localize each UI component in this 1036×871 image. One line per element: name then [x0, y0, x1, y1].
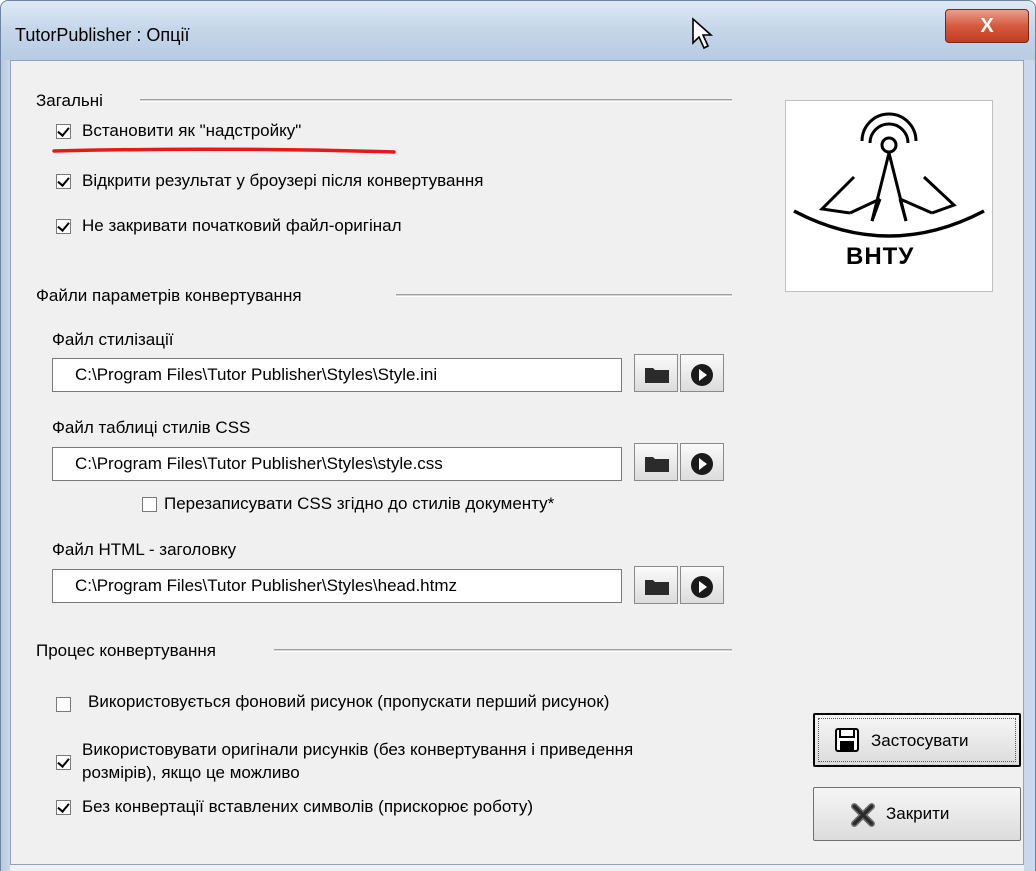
css-file-input[interactable]: C:\Program Files\Tutor Publisher\Styles\…	[52, 447, 622, 481]
group-label-params: Файли параметрів конвертування	[36, 286, 302, 305]
folder-icon	[645, 368, 669, 383]
mouse-cursor-icon	[692, 17, 714, 50]
apply-button-label: Застосувати	[871, 731, 969, 750]
style-file-browse-button[interactable]	[634, 354, 678, 392]
checkbox-overwrite-css[interactable]	[142, 497, 157, 512]
close-icon: X	[980, 15, 994, 37]
play-icon	[691, 576, 713, 598]
play-icon	[691, 453, 713, 475]
style-file-input[interactable]: C:\Program Files\Tutor Publisher\Styles\…	[52, 358, 622, 392]
css-file-open-button[interactable]	[680, 443, 724, 481]
checkbox-original-images[interactable]	[56, 755, 71, 770]
options-dialog: TutorPublisher : Опції X Загальні Встано…	[0, 0, 1036, 871]
checkbox-overwrite-css-label[interactable]: Перезаписувати CSS згідно до стилів доку…	[164, 494, 554, 514]
checkbox-install-addin-label[interactable]: Встановити як "надстройку"	[82, 121, 301, 141]
separator-params	[396, 294, 732, 297]
css-file-label: Файл таблиці стилів CSS	[52, 418, 251, 437]
close-button-label: Закрити	[886, 804, 950, 823]
play-icon	[691, 364, 713, 386]
vntu-logo: ВНТУ	[785, 100, 993, 292]
html-file-input[interactable]: C:\Program Files\Tutor Publisher\Styles\…	[52, 569, 622, 603]
checkbox-keep-original-open[interactable]	[56, 219, 71, 234]
checkbox-background-image[interactable]	[56, 697, 71, 712]
html-file-open-button[interactable]	[680, 566, 724, 604]
logo-text: ВНТУ	[846, 243, 915, 270]
apply-button[interactable]: Застосувати	[813, 713, 1021, 767]
checkbox-install-addin[interactable]	[56, 124, 71, 139]
folder-icon	[645, 580, 669, 595]
checkbox-open-in-browser-label[interactable]: Відкрити результат у броузері після конв…	[82, 171, 483, 191]
window-title: TutorPublisher : Опції	[15, 25, 190, 45]
title-bar[interactable]: TutorPublisher : Опції X	[0, 0, 1036, 60]
style-file-label: Файл стилізації	[52, 330, 174, 349]
red-underline-annotation	[52, 147, 396, 154]
close-window-button[interactable]: X	[945, 9, 1029, 43]
separator-general	[140, 99, 732, 102]
close-x-icon	[851, 803, 875, 827]
group-label-process: Процес конвертування	[36, 641, 216, 660]
html-file-label: Файл HTML - заголовку	[52, 540, 237, 559]
close-button[interactable]: Закрити	[813, 787, 1021, 841]
checkbox-original-images-label-line2[interactable]: розмірів), якщо це можливо	[82, 763, 300, 783]
window-frame-right	[1024, 60, 1036, 871]
antenna-logo-icon	[793, 112, 985, 238]
css-file-browse-button[interactable]	[634, 443, 678, 481]
html-file-browse-button[interactable]	[634, 566, 678, 604]
separator-process	[274, 649, 732, 652]
style-file-open-button[interactable]	[680, 354, 724, 392]
checkbox-no-symbol-conversion-label[interactable]: Без конвертації вставлених символів (при…	[82, 797, 533, 817]
floppy-disk-icon	[835, 728, 859, 752]
checkbox-original-images-label-line1[interactable]: Використовувати оригінали рисунків (без …	[82, 740, 633, 760]
checkbox-no-symbol-conversion[interactable]	[56, 800, 71, 815]
folder-icon	[645, 457, 669, 472]
checkbox-keep-original-open-label[interactable]: Не закривати початковий файл-оригінал	[82, 216, 402, 236]
group-label-general: Загальні	[36, 91, 103, 110]
checkbox-background-image-label[interactable]: Використовується фоновий рисунок (пропус…	[88, 692, 609, 712]
window-frame-left	[0, 60, 10, 871]
checkbox-open-in-browser[interactable]	[56, 174, 71, 189]
